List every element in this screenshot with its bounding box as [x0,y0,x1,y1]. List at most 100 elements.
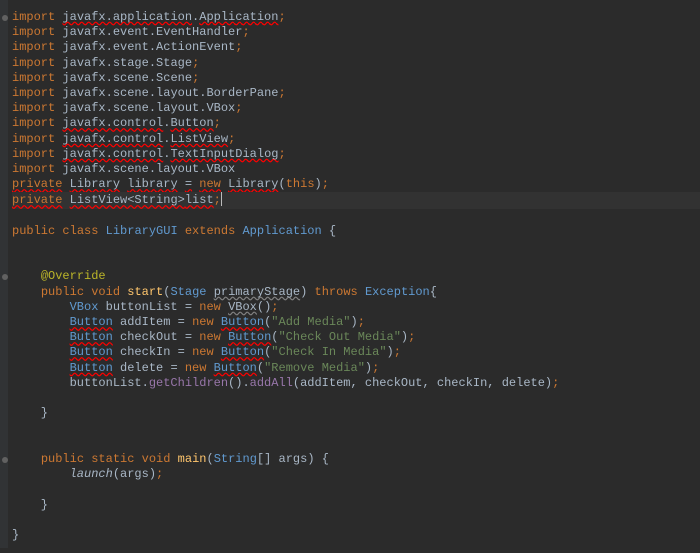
class-ref: Application [199,10,278,24]
code-line[interactable]: import javafx.application.Application; [12,10,700,25]
keyword: import [12,86,55,100]
code-line[interactable]: import javafx.stage.Stage; [12,56,700,71]
blank-line[interactable] [12,391,700,406]
param-type: String [214,452,257,466]
constructor: Button [228,330,271,344]
package-path: javafx.application [62,10,192,24]
semicolon: ; [394,345,401,359]
operator: = [185,300,192,314]
method-call: addAll [250,376,293,390]
type: VBox [70,300,99,314]
code-line[interactable]: launch(args); [12,467,700,482]
code-line[interactable]: buttonList.getChildren().addAll(addItem,… [12,376,700,391]
keyword: new [199,330,221,344]
code-line-current[interactable]: private ListView<String>list; [12,192,700,208]
package-path: javafx.event [62,40,148,54]
package-path: javafx.control [62,116,163,130]
blank-line[interactable] [12,421,700,436]
class-name: LibraryGUI [106,224,178,238]
code-line[interactable]: public static void main(String[] args) { [12,452,700,467]
code-line[interactable]: } [12,498,700,513]
package-path: javafx.scene.layout [62,162,199,176]
var-name: checkIn [120,345,170,359]
type: Button [70,330,113,344]
gutter-marker-icon [2,274,8,280]
code-line[interactable]: Button addItem = new Button("Add Media")… [12,315,700,330]
semicolon: ; [278,10,285,24]
constructor: Button [221,345,264,359]
package-path: javafx.scene [62,71,148,85]
code-line[interactable]: import javafx.control.ListView; [12,132,700,147]
keyword: new [199,300,221,314]
code-line[interactable]: import javafx.event.EventHandler; [12,25,700,40]
exception-type: Exception [365,285,430,299]
code-line[interactable]: import javafx.scene.layout.VBox [12,162,700,177]
package-path: javafx.event [62,25,148,39]
modifier: static [91,452,134,466]
code-line[interactable]: import javafx.control.TextInputDialog; [12,147,700,162]
package-path: javafx.control [62,132,163,146]
type: Button [70,361,113,375]
constructor: Button [221,315,264,329]
blank-line[interactable] [12,209,700,224]
keyword: extends [185,224,235,238]
method-call: getChildren [149,376,228,390]
string-literal: "Add Media" [271,315,350,329]
code-line[interactable]: import javafx.scene.layout.BorderPane; [12,86,700,101]
class-ref: Scene [156,71,192,85]
class-ref: TextInputDialog [170,147,278,161]
code-line[interactable]: VBox buttonList = new VBox(); [12,300,700,315]
code-line[interactable]: import javafx.event.ActionEvent; [12,40,700,55]
code-line[interactable]: public void start(Stage primaryStage) th… [12,285,700,300]
type: Library [70,177,120,191]
code-line[interactable]: public class LibraryGUI extends Applicat… [12,224,700,239]
class-ref: VBox [206,162,235,176]
code-line[interactable]: Button checkIn = new Button("Check In Me… [12,345,700,360]
this-keyword: this [286,177,315,191]
semicolon: ; [192,71,199,85]
keyword: import [12,56,55,70]
semicolon: ; [372,361,379,375]
code-line[interactable]: } [12,406,700,421]
semicolon: ; [228,132,235,146]
param-name: primaryStage [214,285,300,299]
semicolon: ; [156,467,163,481]
semicolon: ; [358,315,365,329]
keyword: void [91,285,120,299]
code-line[interactable]: Button delete = new Button("Remove Media… [12,361,700,376]
var-name: checkOut [120,330,178,344]
code-line[interactable]: import javafx.control.Button; [12,116,700,131]
keyword: import [12,162,55,176]
gutter-marker-icon [2,15,8,21]
text-cursor [221,192,222,206]
brace: { [329,224,336,238]
blank-line[interactable] [12,513,700,528]
code-editor[interactable]: import javafx.application.Application; i… [0,0,700,553]
semicolon: ; [214,116,221,130]
field-name: library [127,177,177,191]
code-line[interactable]: private Library library = new Library(th… [12,177,700,192]
keyword: import [12,40,55,54]
package-path: javafx.scene.layout [62,86,199,100]
code-line[interactable]: @Override [12,269,700,284]
code-line[interactable]: import javafx.scene.layout.VBox; [12,101,700,116]
blank-line[interactable] [12,482,700,497]
semicolon: ; [408,330,415,344]
class-ref: Stage [156,56,192,70]
code-line[interactable]: Button checkOut = new Button("Check Out … [12,330,700,345]
blank-line[interactable] [12,239,700,254]
var-name: buttonList [106,300,178,314]
string-literal: "Check In Media" [271,345,386,359]
blank-line[interactable] [12,437,700,452]
class-ref: BorderPane [206,86,278,100]
code-line[interactable]: } [12,528,700,543]
code-line[interactable]: import javafx.scene.Scene; [12,71,700,86]
args: addItem, checkOut, checkIn, delete [300,376,545,390]
blank-line[interactable] [12,254,700,269]
constructor: VBox [228,300,257,314]
modifier: private [12,193,62,207]
constructor: Library [228,177,278,191]
keyword: import [12,10,55,24]
arg: args [120,467,149,481]
constructor: Button [214,361,257,375]
